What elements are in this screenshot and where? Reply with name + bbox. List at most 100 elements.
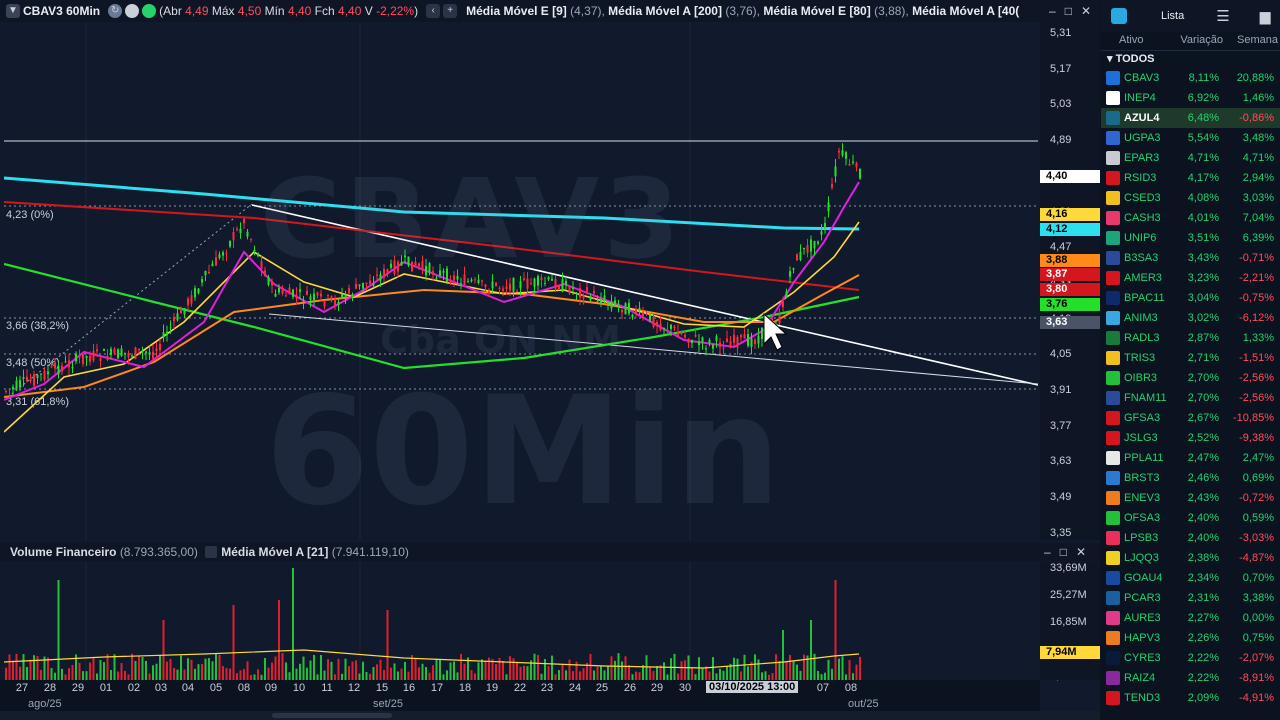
watchlist-row[interactable]: LPSB3 2,40% -3,03% [1101,528,1280,548]
col-ativo[interactable]: Ativo [1101,34,1159,46]
weekly-change: -2,56% [1239,372,1274,384]
candle-body [47,371,49,375]
maximize-icon[interactable]: □ [1065,4,1072,18]
group-todos[interactable]: ▾ TODOS [1107,52,1155,65]
watchlist-row[interactable]: RSID3 4,17% 2,94% [1101,168,1280,188]
price-axis[interactable]: 5,315,175,034,894,754,614,474,334,194,05… [1040,22,1100,682]
indicator-3-name[interactable]: Média Móvel A [40( [912,4,1019,18]
volume-bar [236,673,238,680]
watchlist-row[interactable]: UGPA3 5,54% 3,48% [1101,128,1280,148]
time-tick: 22 [513,682,527,694]
candle-body [82,354,84,364]
watchlist-row[interactable]: BPAC11 3,04% -0,75% [1101,288,1280,308]
watchlist-icon[interactable] [1111,8,1127,24]
candle-body [722,347,725,349]
watchlist-row[interactable]: ANIM3 3,02% -6,12% [1101,308,1280,328]
watchlist-row[interactable]: ENEV3 2,43% -0,72% [1101,488,1280,508]
daily-change: 2,40% [1187,512,1219,524]
candle-body [589,296,592,301]
volume-bar [547,666,550,680]
scrollbar-thumb[interactable] [272,713,392,718]
collapse-icon[interactable]: ‹ [426,4,441,18]
watchlist-row[interactable]: BRST3 2,46% 0,69% [1101,468,1280,488]
daily-change: 4,01% [1187,212,1219,224]
weekly-change: 0,70% [1242,572,1274,584]
chart-window[interactable]: ▼ CBAV3 60Min ↻ (Abr 4,49 Máx 4,50 Mín 4… [0,0,1100,720]
watchlist-row[interactable]: EPAR3 4,71% 4,71% [1101,148,1280,168]
volume-collapse-icon[interactable] [205,546,218,558]
col-semana[interactable]: Semana [1223,34,1278,46]
watchlist-row[interactable]: AZUL4 6,48% -0,86% [1101,108,1280,128]
minimize-icon[interactable]: – [1049,4,1056,18]
chart-symbol[interactable]: CBAV3 60Min [23,4,100,18]
chart-menu-icon[interactable]: ▼ [6,4,20,18]
volume-bar [292,568,294,680]
weekly-change: 3,03% [1242,192,1274,204]
volume-chart[interactable] [4,562,1038,680]
weekly-change: -0,75% [1239,292,1274,304]
volume-bar [194,668,196,680]
watchlist-row[interactable]: RADL3 2,87% 1,33% [1101,328,1280,348]
volume-bar [229,668,231,680]
candle-body [733,334,735,343]
watchlist-row[interactable]: PPLA11 2,47% 2,47% [1101,448,1280,468]
candle-body [495,282,497,286]
watchlist-row[interactable]: HAPV3 2,26% 0,75% [1101,628,1280,648]
price-level-box: 3,80 [1040,283,1100,296]
indicator-1-name[interactable]: Média Móvel A [200] [608,4,722,18]
volume-bar [715,673,718,680]
watchlist-row[interactable]: CYRE3 2,22% -2,07% [1101,648,1280,668]
watchlist-row[interactable]: AURE3 2,27% 0,00% [1101,608,1280,628]
volume-axis[interactable]: 33,69M 25,27M 16,85M 7,94M [1040,562,1100,680]
time-axis[interactable]: 27 28 29 01 02 03 04 05 08 09 10 11 12 15 16 17 18 19 22 23… [0,680,1040,696]
volume-bar [29,659,32,680]
candle-body [337,301,340,305]
candle-body [698,341,700,345]
link-icon[interactable]: ↻ [108,4,123,18]
toggle-icon[interactable] [125,4,140,18]
close-icon[interactable]: ✕ [1081,4,1091,18]
watchlist-row[interactable]: RAIZ4 2,22% -8,91% [1101,668,1280,688]
volume-bar [134,660,137,680]
watchlist-row[interactable]: TRIS3 2,71% -1,51% [1101,348,1280,368]
watchlist-row[interactable]: JSLG3 2,52% -9,38% [1101,428,1280,448]
list-menu-icon[interactable]: ☰ [1216,7,1229,25]
time-tick: 23 [540,682,554,694]
candle-body [803,247,805,250]
watchlist-row[interactable]: LJQQ3 2,38% -4,87% [1101,548,1280,568]
volume-minimize-icon[interactable]: – [1044,545,1051,559]
candle-body [806,245,809,253]
watchlist-row[interactable]: OFSA3 2,40% 0,59% [1101,508,1280,528]
watchlist-row[interactable]: UNIP6 3,51% 6,39% [1101,228,1280,248]
watchlist-row[interactable]: INEP4 6,92% 1,46% [1101,88,1280,108]
watchlist-row[interactable]: TEND3 2,09% -4,91% [1101,688,1280,708]
candle-body [705,348,707,350]
weekly-change: -1,51% [1239,352,1274,364]
volume-title[interactable]: Volume Financeiro [10,545,116,559]
watchlist-row[interactable]: FNAM11 2,70% -2,56% [1101,388,1280,408]
candle-body [43,370,46,380]
watchlist-row[interactable]: CBAV3 8,11% 20,88% [1101,68,1280,88]
watchlist-row[interactable]: CSED3 4,08% 3,03% [1101,188,1280,208]
volume-maximize-icon[interactable]: □ [1060,545,1067,559]
candle-body [309,296,312,300]
volume-bar [302,656,305,680]
volume-bar [8,654,11,680]
watchlist-row[interactable]: AMER3 3,23% -2,21% [1101,268,1280,288]
volume-close-icon[interactable]: ✕ [1076,545,1086,559]
watchlist-row[interactable]: GOAU4 2,34% 0,70% [1101,568,1280,588]
watchlist-row[interactable]: CASH3 4,01% 7,04% [1101,208,1280,228]
horizontal-scrollbar[interactable] [0,711,1100,720]
folder-icon[interactable]: ▆ [1260,8,1271,25]
add-indicator-icon[interactable]: + [443,4,458,18]
watchlist-row[interactable]: PCAR3 2,31% 3,38% [1101,588,1280,608]
indicator-0-name[interactable]: Média Móvel E [9] [466,4,567,18]
indicator-2-name[interactable]: Média Móvel E [80] [763,4,870,18]
watchlist-row[interactable]: OIBR3 2,70% -2,56% [1101,368,1280,388]
volume-ma-title[interactable]: Média Móvel A [21] [221,545,328,559]
col-variacao[interactable]: Variação [1159,34,1223,46]
volume-bar [855,664,858,680]
tab-lista[interactable]: Lista [1161,10,1184,22]
watchlist-row[interactable]: B3SA3 3,43% -0,71% [1101,248,1280,268]
watchlist-row[interactable]: GFSA3 2,67% -10,85% [1101,408,1280,428]
